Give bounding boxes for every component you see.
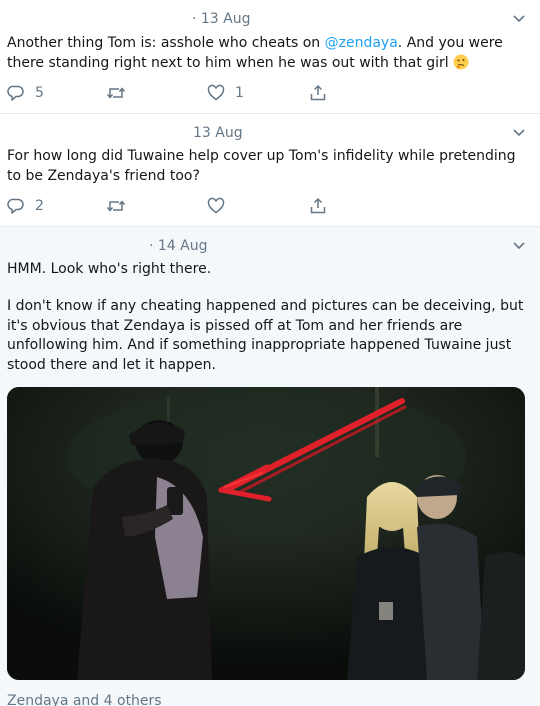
tweet-date[interactable]: · 13 Aug <box>192 10 251 28</box>
reply-count: 5 <box>35 85 44 101</box>
retweet-icon <box>106 84 126 102</box>
tweet-actions: 5 1 <box>0 82 540 104</box>
retweet-button[interactable] <box>106 82 136 104</box>
like-button[interactable] <box>207 195 235 217</box>
tweet-actions: 2 <box>0 195 540 217</box>
tweet-date[interactable]: 13 Aug <box>193 124 243 142</box>
chevron-down-icon[interactable] <box>512 241 526 251</box>
tweet-photo[interactable] <box>7 387 525 680</box>
tweet-text-line1: HMM. Look who's right there. <box>7 261 212 277</box>
retweet-button[interactable] <box>106 195 136 217</box>
reply-count: 2 <box>35 198 44 214</box>
share-icon <box>309 84 327 102</box>
tweet-text-paragraph: I don't know if any cheating happened an… <box>7 298 524 373</box>
tweet-1[interactable]: · 13 Aug Another thing Tom is: asshole w… <box>0 0 540 113</box>
chevron-down-icon[interactable] <box>512 128 526 138</box>
chevron-down-icon[interactable] <box>512 14 526 24</box>
share-icon <box>309 197 327 215</box>
tweet-date[interactable]: · 14 Aug <box>149 237 208 255</box>
share-button[interactable] <box>309 82 327 104</box>
mention-link[interactable]: @zendaya <box>325 35 398 51</box>
tweet-2[interactable]: 13 Aug For how long did Tuwaine help cov… <box>0 113 540 226</box>
reply-button[interactable]: 5 <box>7 82 44 104</box>
tweet-text: For how long did Tuwaine help cover up T… <box>7 148 516 184</box>
share-button[interactable] <box>309 195 327 217</box>
photo-with-red-arrow-icon <box>7 387 525 680</box>
tweet-text-part: Another thing Tom is: asshole who cheats… <box>7 35 325 51</box>
tweet-3[interactable]: · 14 Aug HMM. Look who's right there. I … <box>0 226 540 706</box>
reply-icon <box>7 84 25 102</box>
retweet-icon <box>106 197 126 215</box>
reply-button[interactable]: 2 <box>7 195 44 217</box>
liked-by-text[interactable]: Zendaya and 4 others <box>7 692 162 706</box>
like-icon <box>207 84 225 102</box>
reply-icon <box>7 197 25 215</box>
like-icon <box>207 197 225 215</box>
tweet-text: Another thing Tom is: asshole who cheats… <box>7 34 532 73</box>
like-button[interactable]: 1 <box>207 82 244 104</box>
thinking-face-emoji-icon <box>453 54 469 70</box>
like-count: 1 <box>235 85 244 101</box>
